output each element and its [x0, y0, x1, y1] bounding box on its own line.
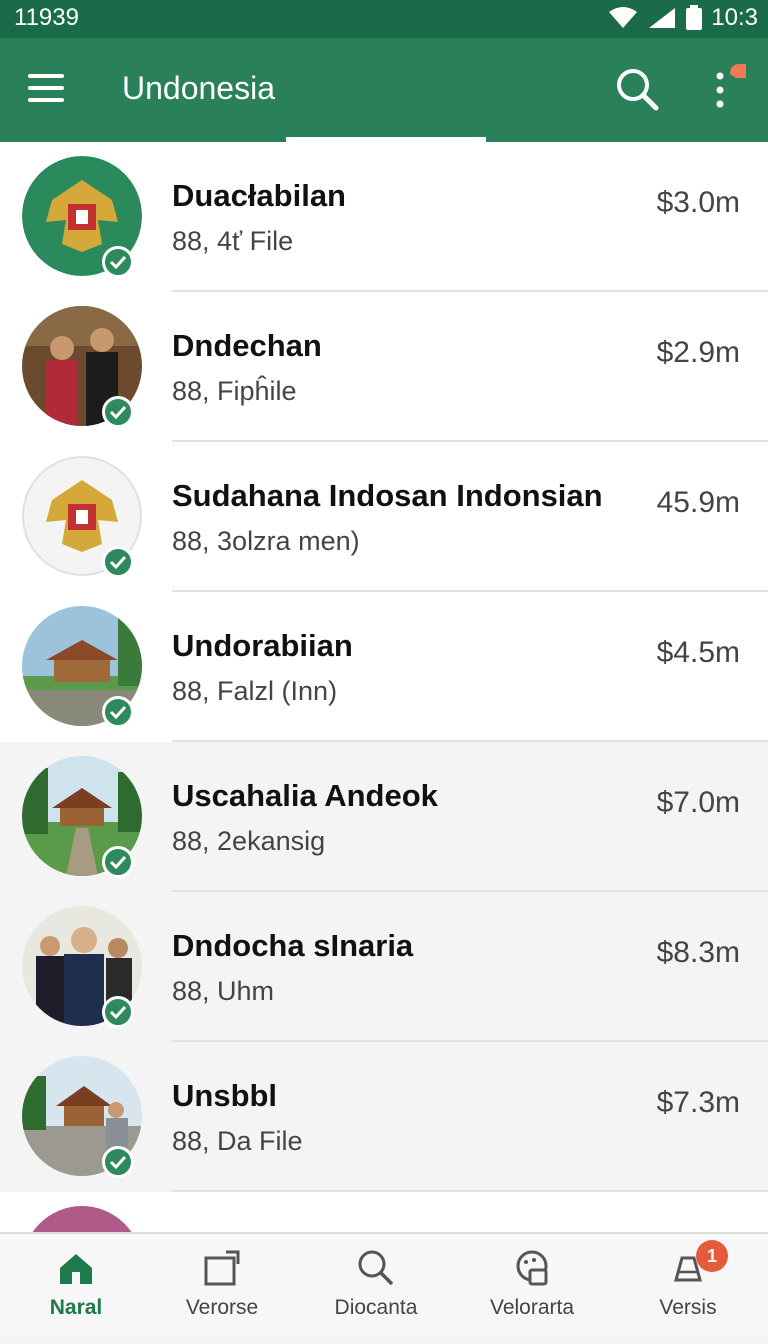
check-icon	[102, 996, 134, 1028]
search-icon	[358, 1250, 394, 1286]
item-subtitle: 88, 2ekansig	[172, 826, 326, 856]
document-icon	[204, 1250, 240, 1286]
app-bar: Undonesia	[0, 38, 768, 142]
item-amount: 45.9m	[656, 486, 740, 519]
more-options-icon[interactable]	[708, 62, 752, 118]
item-subtitle: 88, Uhm	[172, 976, 275, 1006]
nav-item-diocanta[interactable]: Diocanta	[300, 1234, 452, 1338]
list-item[interactable]: Dndocha sInaria 88, Uhm $8.3m	[0, 892, 768, 1042]
nav-item-velorarta[interactable]: Velorarta	[456, 1234, 608, 1338]
signal-icon	[649, 8, 676, 28]
item-amount: $3.0m	[656, 186, 740, 219]
settings-icon	[516, 1250, 548, 1286]
wifi-icon	[609, 7, 638, 28]
system-icons: 10:3	[607, 4, 758, 32]
battery-icon	[686, 5, 703, 30]
nav-label: Diocanta	[334, 1296, 418, 1319]
notification-badge: 1	[696, 1240, 728, 1272]
item-name: Uscahalia Andeok	[172, 778, 438, 813]
nav-item-naral[interactable]: Naral	[0, 1234, 152, 1338]
check-icon	[102, 696, 134, 728]
item-subtitle: 88, 4ť File	[172, 226, 294, 256]
item-name: Duacłabilan	[172, 178, 346, 213]
nav-label: Versis	[659, 1296, 717, 1319]
check-icon	[102, 1146, 134, 1178]
list-item[interactable]: Dndechan 88, Fipĥile $2.9m	[0, 292, 768, 442]
bottom-nav: Naral Verorse Diocanta Velorarta 1 Versi…	[0, 1232, 768, 1336]
check-icon	[102, 246, 134, 278]
item-amount: $7.3m	[656, 1086, 740, 1119]
status-bar: 11939 10:3	[0, 0, 768, 38]
search-icon[interactable]	[614, 66, 660, 112]
list-item[interactable]: Unsbbl 88, Da File $7.3m	[0, 1042, 768, 1192]
nav-label: Velorarta	[489, 1296, 575, 1319]
check-icon	[102, 396, 134, 428]
status-left-text: 11939	[14, 4, 79, 31]
item-subtitle: 88, Fipĥile	[172, 376, 297, 406]
item-name: Unsbbl	[172, 1078, 278, 1113]
menu-icon[interactable]	[28, 74, 64, 102]
item-name: Dndocha sInaria	[172, 928, 414, 963]
item-amount: $2.9m	[656, 336, 740, 369]
list-item[interactable]: Uscahalia Andeok 88, 2ekansig $7.0m	[0, 742, 768, 892]
item-amount: $7.0m	[656, 786, 740, 819]
check-icon	[102, 546, 134, 578]
item-amount: $8.3m	[656, 936, 740, 969]
item-subtitle: 88, Da File	[172, 1126, 303, 1156]
nav-item-versis[interactable]: 1 Versis	[612, 1234, 764, 1338]
item-list: Duacłabilan 88, 4ť File $3.0m Dndechan 8…	[0, 142, 768, 1326]
item-name: Dndechan	[172, 328, 322, 363]
page-title: Undonesia	[122, 70, 275, 106]
nav-label: Verorse	[185, 1296, 259, 1319]
home-icon	[60, 1254, 92, 1284]
item-amount: $4.5m	[656, 636, 740, 669]
item-name: Sudahana Indosan Indonsian	[172, 478, 603, 513]
item-subtitle: 88, Falzl (Inn)	[172, 676, 338, 706]
list-item[interactable]: Sudahana Indosan Indonsian 88, 3olzra me…	[0, 442, 768, 592]
nav-label: Naral	[49, 1296, 103, 1319]
item-subtitle: 88, 3olzra men)	[172, 526, 360, 556]
list-item[interactable]: Undorabiian 88, Falzl (Inn) $4.5m	[0, 592, 768, 742]
clock: 10:3	[711, 4, 758, 31]
item-name: Undorabiian	[172, 628, 353, 663]
nav-item-verorse[interactable]: Verorse	[146, 1234, 298, 1338]
check-icon	[102, 846, 134, 878]
list-item[interactable]: Duacłabilan 88, 4ť File $3.0m	[0, 142, 768, 292]
